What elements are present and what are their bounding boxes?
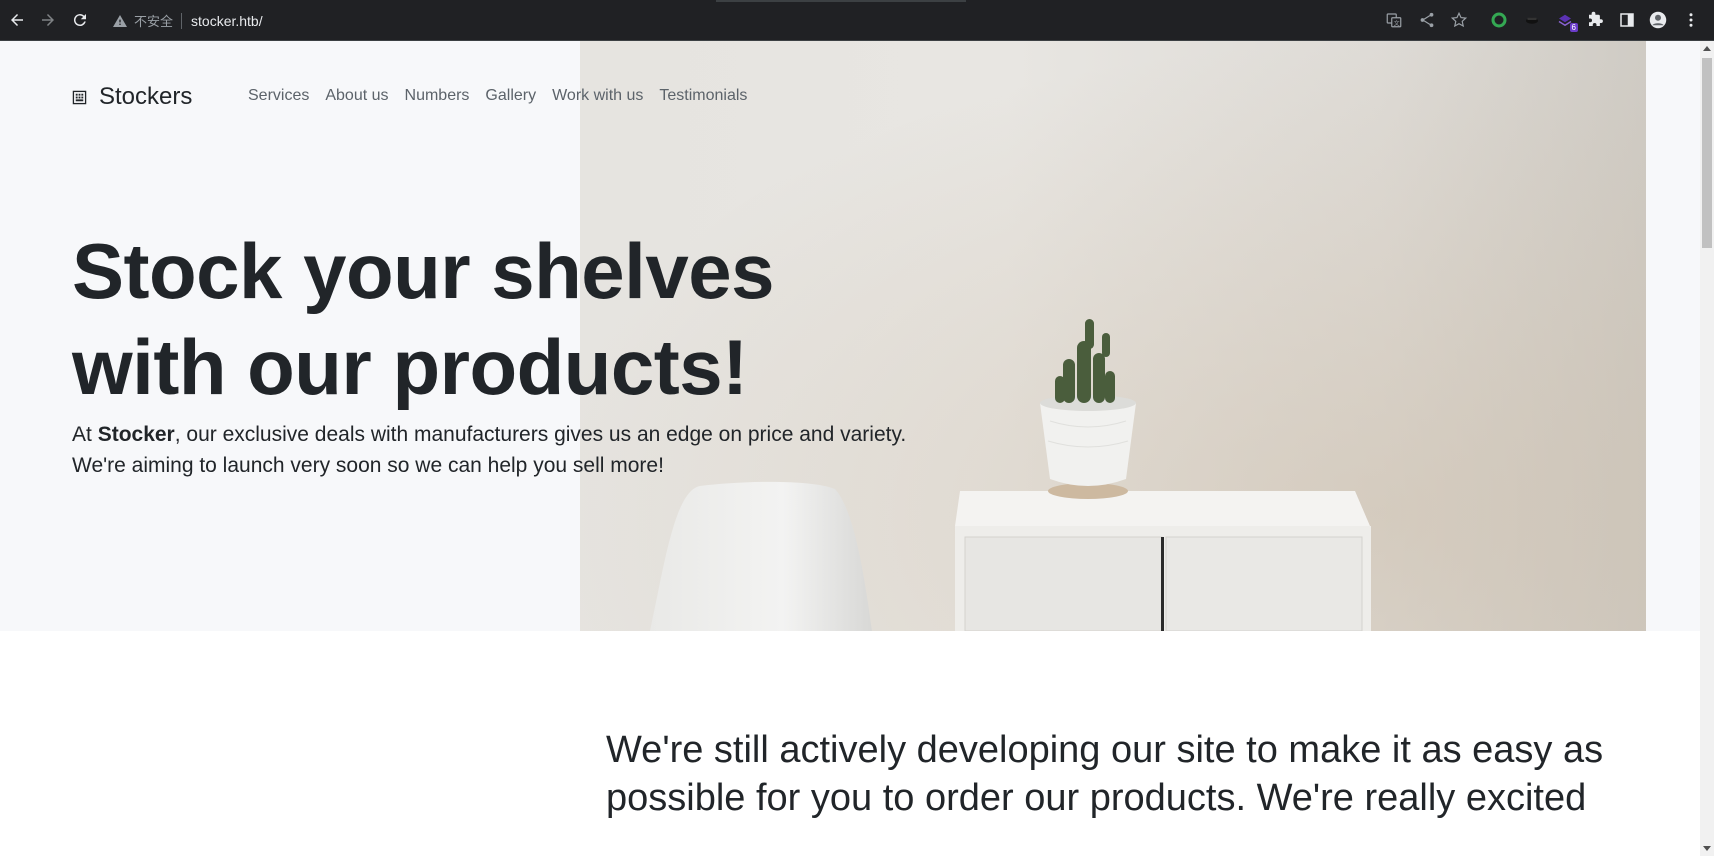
dark-extension-icon: [1526, 17, 1538, 24]
lead-text: , our exclusive deals with manufacturers…: [72, 423, 907, 477]
star-icon: [1450, 11, 1468, 28]
address-divider: [181, 12, 183, 29]
translate-icon: 文: [1386, 13, 1402, 28]
side-panel-button[interactable]: [1616, 9, 1638, 31]
lead-brand: Stocker: [97, 423, 175, 446]
lead-prefix: At: [72, 423, 98, 446]
translate-button[interactable]: 文: [1383, 9, 1405, 31]
extensions-button[interactable]: [1584, 9, 1606, 31]
back-button[interactable]: [5, 8, 29, 32]
extension-dark[interactable]: [1521, 9, 1543, 31]
hero-headline: Stock your shelves with our products!: [72, 223, 912, 415]
forward-icon: [42, 14, 54, 26]
building-icon: [72, 90, 87, 104]
security-label: 不安全: [134, 15, 174, 30]
browser-toolbar: 不安全 stocker.htb/ 文 6: [0, 0, 1714, 41]
scroll-down-arrow-icon[interactable]: [1703, 846, 1711, 851]
extension-badge: 6: [1569, 23, 1578, 32]
menu-dots-icon: [1689, 13, 1693, 27]
side-panel-icon: [1620, 13, 1634, 27]
url-text[interactable]: stocker.htb/: [191, 13, 263, 29]
scroll-thumb[interactable]: [1702, 58, 1712, 248]
nav-work-with-us[interactable]: Work with us: [544, 87, 651, 105]
development-note: We're still actively developing our site…: [606, 729, 1604, 819]
forward-button[interactable]: [36, 8, 60, 32]
nav-numbers[interactable]: Numbers: [397, 87, 478, 105]
bookmark-button[interactable]: [1448, 9, 1470, 31]
address-bar[interactable]: 不安全 stocker.htb/: [106, 8, 1366, 33]
svg-text:文: 文: [1394, 19, 1400, 27]
extension-purple[interactable]: 6: [1554, 9, 1578, 32]
hero-headline-line-1: Stock your shelves: [72, 227, 775, 315]
brand-logo[interactable]: Stockers: [72, 83, 192, 111]
hero-section: Stockers Services About us Numbers Galle…: [0, 41, 1700, 631]
extension-green[interactable]: [1488, 9, 1510, 31]
green-circle-extension-icon: [1491, 12, 1507, 28]
nav-services[interactable]: Services: [248, 87, 317, 105]
nav-about-us[interactable]: About us: [317, 87, 396, 105]
reload-button[interactable]: [68, 8, 92, 32]
nav-testimonials[interactable]: Testimonials: [651, 87, 755, 105]
browser-menu-button[interactable]: [1680, 9, 1702, 31]
reload-icon: [73, 14, 86, 27]
page-scrollbar[interactable]: [1700, 41, 1714, 856]
puzzle-icon: [1589, 11, 1603, 26]
nav-gallery[interactable]: Gallery: [477, 87, 544, 105]
hero-headline-line-2: with our products!: [72, 323, 748, 411]
brand-name: Stockers: [99, 83, 193, 110]
share-icon: [1420, 12, 1434, 28]
tab-strip-hint: [716, 0, 966, 2]
warning-icon: [113, 14, 127, 27]
profile-icon: [1649, 11, 1667, 29]
hero-lead: At Stocker, our exclusive deals with man…: [72, 419, 912, 481]
back-icon: [11, 14, 23, 26]
page-viewport: Stockers Services About us Numbers Galle…: [0, 41, 1700, 856]
profile-button[interactable]: [1647, 9, 1669, 31]
share-button[interactable]: [1416, 9, 1438, 31]
main-navigation: Services About us Numbers Gallery Work w…: [248, 87, 755, 105]
scroll-up-arrow-icon[interactable]: [1703, 46, 1711, 51]
